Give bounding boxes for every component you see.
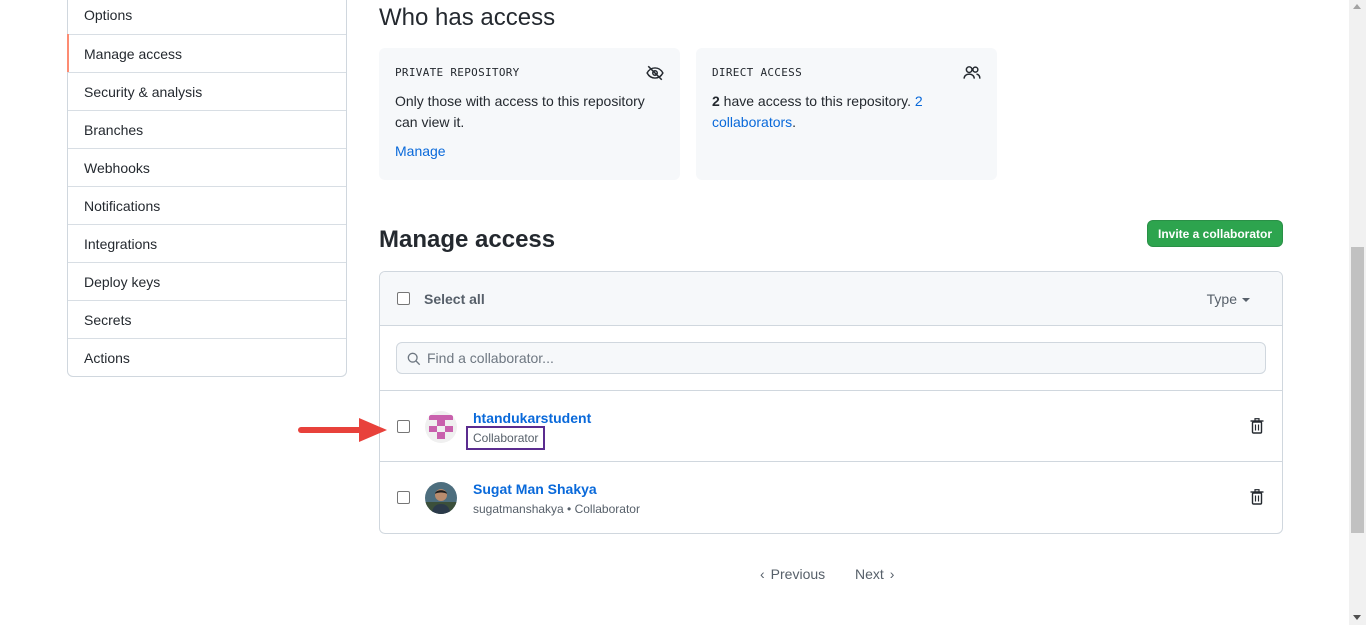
settings-sidebar: Options Manage access Security & analysi…: [67, 0, 347, 377]
select-all-checkbox[interactable]: [397, 292, 410, 305]
sidebar-item-integrations[interactable]: Integrations: [68, 224, 346, 262]
manage-access-heading: Manage access: [379, 226, 556, 253]
scroll-down-icon[interactable]: [1353, 615, 1361, 620]
access-suffix: .: [792, 114, 797, 130]
trash-icon[interactable]: [1250, 489, 1264, 505]
search-placeholder: Find a collaborator...: [427, 350, 554, 366]
type-filter-dropdown[interactable]: Type: [1207, 291, 1250, 307]
collaborator-role-highlight: Collaborator: [466, 426, 546, 450]
private-repository-card: PRIVATE REPOSITORY Only those with acces…: [379, 48, 680, 180]
avatar: [425, 482, 457, 514]
collaborator-row: htandukarstudent Collaborator: [380, 391, 1282, 462]
collaborator-checkbox[interactable]: [397, 420, 410, 433]
collaborator-name[interactable]: htandukarstudent: [473, 410, 591, 426]
manage-link[interactable]: Manage: [395, 143, 446, 159]
sidebar-item-branches[interactable]: Branches: [68, 110, 346, 148]
vertical-scrollbar[interactable]: [1349, 0, 1366, 625]
search-icon: [407, 352, 421, 366]
sidebar-item-label: Manage access: [84, 45, 183, 62]
sidebar-item-label: Actions: [84, 349, 130, 366]
chevron-right-icon: ›: [889, 566, 895, 582]
sidebar-item-label: Deploy keys: [84, 273, 161, 290]
private-repository-label: PRIVATE REPOSITORY: [395, 66, 520, 79]
direct-access-label: DIRECT ACCESS: [712, 66, 802, 79]
sidebar-item-label: Branches: [84, 121, 144, 138]
select-all-label: Select all: [424, 291, 485, 307]
who-has-access-heading: Who has access: [379, 4, 556, 31]
previous-label: Previous: [770, 566, 826, 582]
sidebar-item-label: Notifications: [84, 197, 161, 214]
direct-access-description: 2 have access to this repository. 2 coll…: [712, 91, 981, 133]
sidebar-item-label: Webhooks: [84, 159, 150, 176]
sidebar-item-secrets[interactable]: Secrets: [68, 300, 346, 338]
collaborator-detail: sugatmanshakya • Collaborator: [473, 502, 640, 516]
access-text: have access to this repository.: [719, 93, 915, 109]
sidebar-item-options[interactable]: Options: [68, 0, 346, 34]
sidebar-item-manage-access[interactable]: Manage access: [67, 34, 346, 72]
sidebar-item-security-analysis[interactable]: Security & analysis: [68, 72, 346, 110]
collaborator-row: Sugat Man Shakya sugatmanshakya • Collab…: [380, 462, 1282, 533]
next-page-button[interactable]: Next ›: [855, 566, 894, 582]
previous-page-button[interactable]: ‹ Previous: [760, 566, 825, 582]
sidebar-item-label: Secrets: [84, 311, 132, 328]
access-count: 2: [712, 93, 720, 109]
collaborators-box-header: Select all Type: [380, 272, 1282, 326]
collaborator-checkbox[interactable]: [397, 491, 410, 504]
trash-icon[interactable]: [1250, 418, 1264, 434]
find-collaborator-input[interactable]: Find a collaborator...: [396, 342, 1266, 374]
search-row: Find a collaborator...: [380, 326, 1282, 391]
next-label: Next: [855, 566, 884, 582]
avatar: [425, 411, 457, 443]
private-repository-description: Only those with access to this repositor…: [395, 93, 645, 130]
chevron-left-icon: ‹: [760, 566, 765, 582]
sidebar-item-deploy-keys[interactable]: Deploy keys: [68, 262, 346, 300]
sidebar-item-label: Options: [84, 7, 133, 23]
direct-access-card: DIRECT ACCESS 2 have access to this repo…: [696, 48, 997, 180]
people-icon: [963, 66, 981, 79]
caret-down-icon: [1242, 298, 1250, 303]
scrollbar-thumb[interactable]: [1351, 247, 1364, 533]
collaborators-box: Select all Type Find a collaborator... h…: [379, 271, 1283, 534]
sidebar-item-webhooks[interactable]: Webhooks: [68, 148, 346, 186]
type-filter-label: Type: [1206, 291, 1237, 307]
sidebar-item-label: Integrations: [84, 235, 158, 252]
sidebar-item-label: Security & analysis: [84, 83, 203, 100]
eye-closed-icon: [646, 65, 664, 81]
sidebar-item-actions[interactable]: Actions: [68, 338, 346, 376]
annotation-arrow: [298, 418, 387, 442]
collaborator-name[interactable]: Sugat Man Shakya: [473, 481, 597, 497]
invite-collaborator-button[interactable]: Invite a collaborator: [1147, 220, 1283, 247]
scroll-up-icon[interactable]: [1353, 4, 1361, 9]
sidebar-item-notifications[interactable]: Notifications: [68, 186, 346, 224]
